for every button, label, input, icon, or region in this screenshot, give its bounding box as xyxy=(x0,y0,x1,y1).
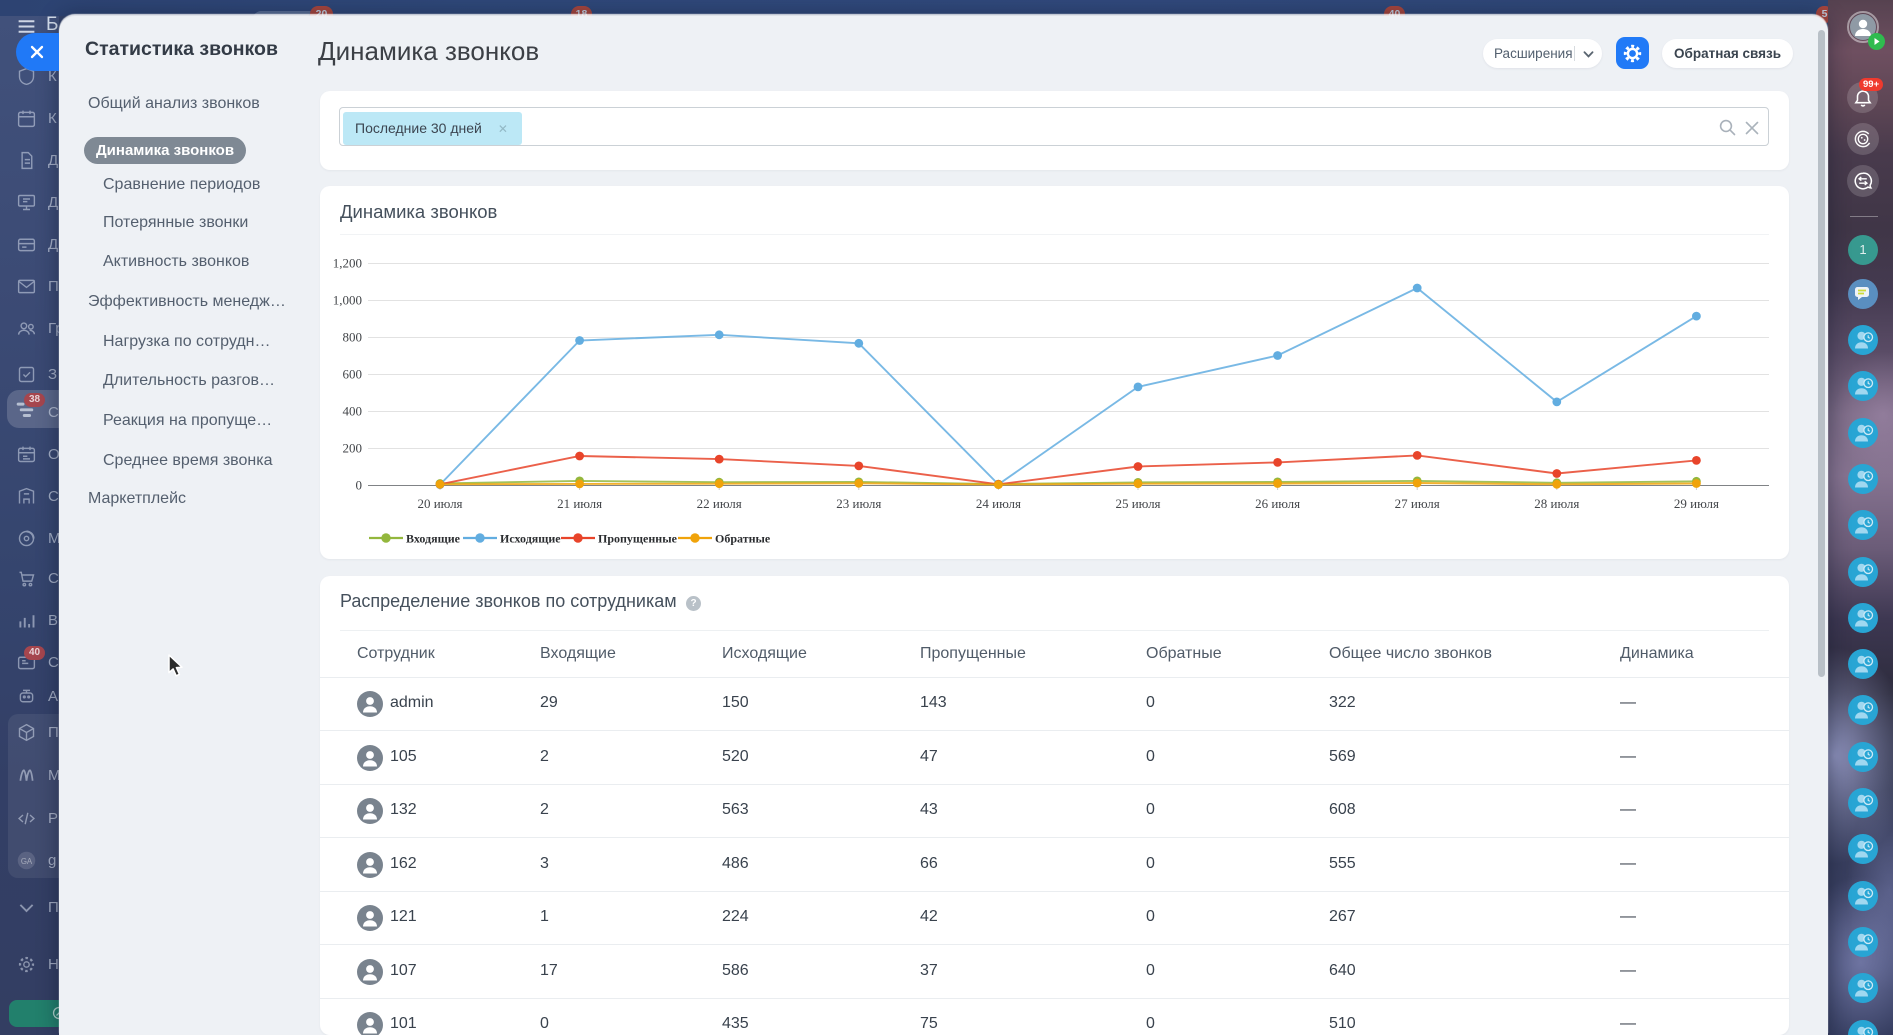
svg-text:200: 200 xyxy=(343,441,363,456)
svg-text:21 июля: 21 июля xyxy=(557,496,602,511)
svg-text:1,000: 1,000 xyxy=(333,293,362,308)
svg-text:25 июля: 25 июля xyxy=(1115,496,1160,511)
svg-text:28 июля: 28 июля xyxy=(1534,496,1579,511)
svg-text:29 июля: 29 июля xyxy=(1674,496,1719,511)
svg-text:1,200: 1,200 xyxy=(333,256,362,271)
svg-text:Пропущенные: Пропущенные xyxy=(598,532,678,546)
svg-text:22 июля: 22 июля xyxy=(697,496,742,511)
svg-text:Входящие: Входящие xyxy=(406,532,461,546)
svg-text:27 июля: 27 июля xyxy=(1395,496,1440,511)
svg-text:800: 800 xyxy=(343,330,363,345)
svg-text:20 июля: 20 июля xyxy=(417,496,462,511)
svg-text:0: 0 xyxy=(356,478,363,493)
svg-text:23 июля: 23 июля xyxy=(836,496,881,511)
svg-text:24 июля: 24 июля xyxy=(976,496,1021,511)
svg-text:26 июля: 26 июля xyxy=(1255,496,1300,511)
svg-text:Обратные: Обратные xyxy=(715,532,771,546)
svg-text:600: 600 xyxy=(343,367,363,382)
svg-text:400: 400 xyxy=(343,404,363,419)
svg-text:Исходящие: Исходящие xyxy=(500,532,561,546)
svg-text:GA: GA xyxy=(21,857,33,866)
